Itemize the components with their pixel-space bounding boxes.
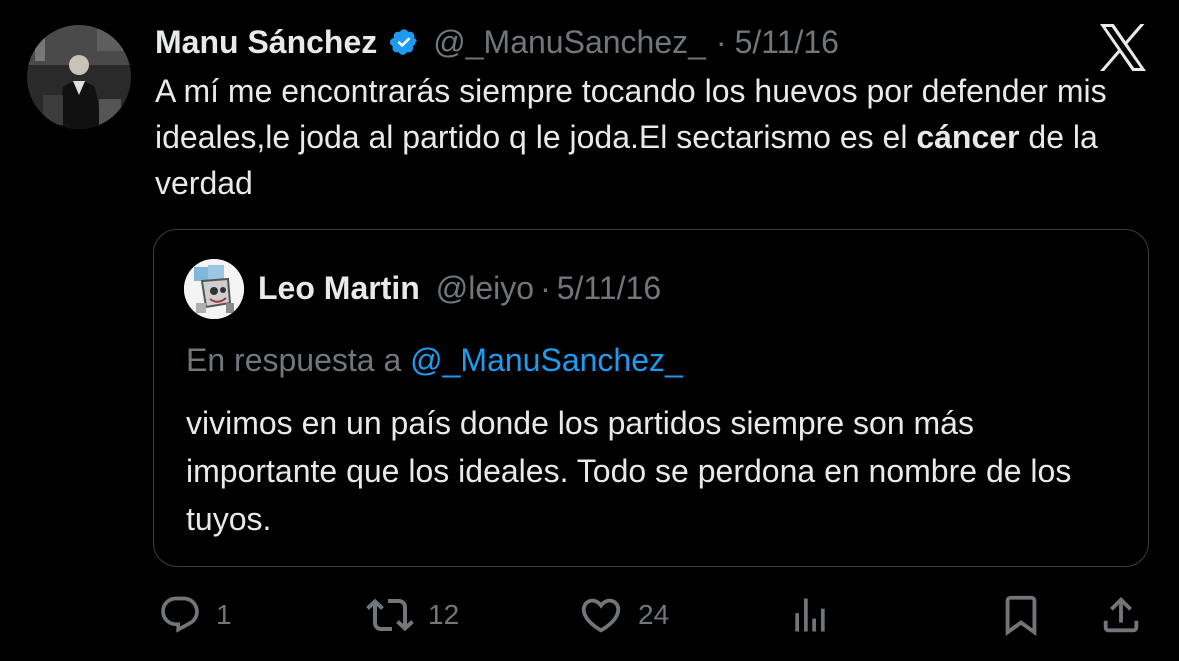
reply-count: 1 [216,599,232,630]
like-button[interactable]: 24 [578,590,669,640]
author-avatar[interactable] [27,25,131,129]
reply-prefix: En respuesta a [186,342,411,378]
reply-icon [158,593,202,637]
x-logo-icon[interactable] [1097,24,1149,71]
share-icon [1098,592,1144,638]
post-text: A mí me encontrarás siempre tocando los … [155,68,1115,206]
quoted-author-name[interactable]: Leo Martin [258,270,420,307]
quoted-author-handle[interactable]: @leiyo [436,270,534,307]
repost-button[interactable]: 12 [366,590,459,640]
quoted-header: Leo Martin @leiyo · 5/11/16 [258,266,661,310]
repost-count: 12 [428,599,460,630]
author-name[interactable]: Manu Sánchez [155,20,377,64]
heart-icon [578,592,624,638]
repost-icon [366,591,414,639]
reply-button[interactable]: 1 [158,590,232,640]
quoted-post-date[interactable]: 5/11/16 [557,270,661,307]
author-avatar-image [27,25,131,129]
post-date[interactable]: 5/11/16 [735,20,839,64]
like-count: 24 [638,599,670,630]
post-text-bold: cáncer [916,119,1020,155]
share-button[interactable] [1098,590,1144,640]
post-header: Manu Sánchez @_ManuSanchez_ · 5/11/16 [155,20,839,64]
quoted-avatar-image [184,259,244,319]
quoted-author-avatar[interactable] [184,259,244,319]
bookmark-icon [998,592,1044,638]
views-button[interactable] [788,590,832,640]
quoted-post[interactable]: Leo Martin @leiyo · 5/11/16 En respuesta… [153,229,1149,567]
bookmark-button[interactable] [998,590,1044,640]
author-handle[interactable]: @_ManuSanchez_ [433,20,706,64]
header-separator: · [715,24,727,60]
reply-to-handle-link[interactable]: @_ManuSanchez_ [410,342,683,378]
bar-chart-icon [788,593,832,637]
action-bar: 1 12 24 [0,590,1179,640]
verified-badge-icon [389,27,419,57]
reply-context: En respuesta a @_ManuSanchez_ [186,338,683,382]
quoted-post-text: vivimos en un país donde los partidos si… [186,405,1072,537]
quoted-header-separator: · [540,269,551,306]
